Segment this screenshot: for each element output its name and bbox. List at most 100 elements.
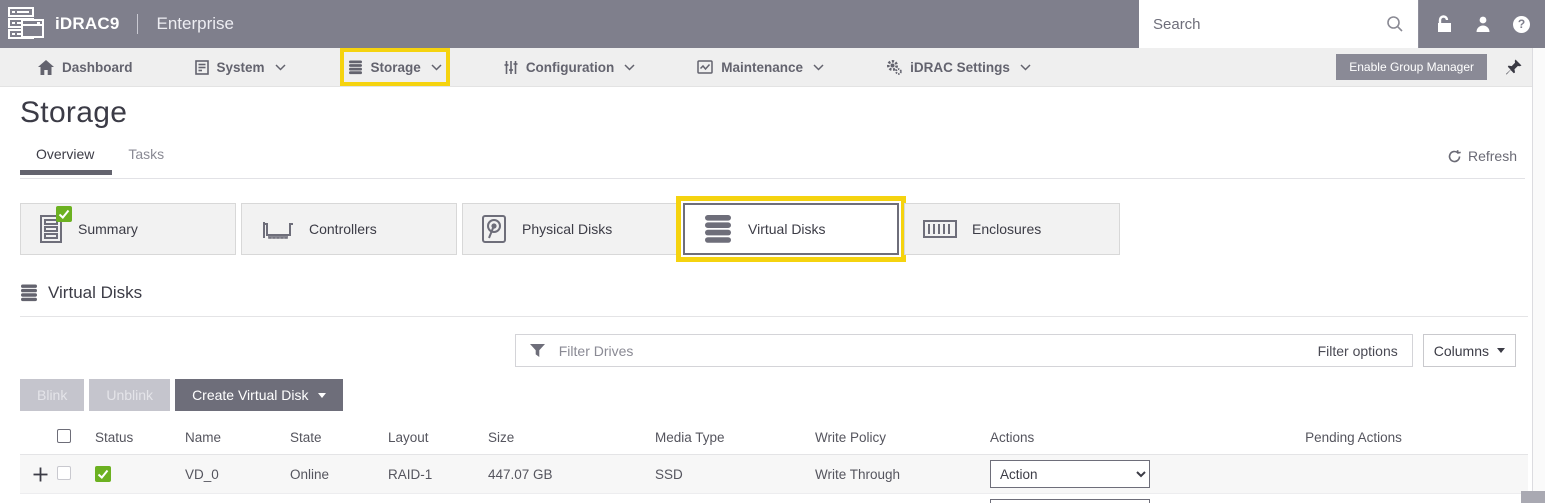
unlock-icon[interactable] [1434,15,1453,33]
card-virtual-disks[interactable]: Virtual Disks [683,203,899,255]
virtual-disks-icon [703,214,733,244]
tabs-underline [20,178,1525,179]
controllers-icon [260,216,294,242]
cell-layout: RAID-1 [388,467,488,482]
card-label: Enclosures [972,221,1041,237]
user-icon[interactable] [1474,15,1492,33]
search-input[interactable] [1153,16,1386,33]
section-title: Virtual Disks [48,283,142,303]
card-label: Physical Disks [522,221,612,237]
virtual-disks-section-header: Virtual Disks [20,283,1528,317]
nav-item-storage[interactable]: Storage [340,48,450,86]
col-header-name: Name [185,430,290,445]
cell-write-policy: Write Through [815,467,990,482]
filter-box[interactable]: Filter options [515,334,1413,367]
nav-label: System [217,60,265,75]
columns-dropdown-button[interactable]: Columns [1423,334,1516,367]
table-row: DATA Online RAID-6 60798.38 GB SSD Write… [20,494,1528,503]
topbar-icon-group: ? [1418,0,1545,48]
filter-icon [530,344,545,357]
col-header-write-policy: Write Policy [815,430,990,445]
nav-label: Configuration [526,60,614,75]
nav-item-idrac-settings[interactable]: iDRAC Settings [878,48,1039,86]
col-header-pending-actions: Pending Actions [1185,430,1528,445]
enable-group-manager-button[interactable]: Enable Group Manager [1336,54,1487,80]
refresh-icon [1447,149,1462,164]
card-summary[interactable]: Summary [20,203,236,255]
refresh-button[interactable]: Refresh [1447,148,1517,164]
top-bar: iDRAC9 Enterprise [0,0,1545,48]
expand-row-button[interactable] [20,467,57,482]
cell-size: 447.07 GB [488,467,655,482]
unblink-button[interactable]: Unblink [89,379,170,411]
virtual-disks-icon [20,284,38,302]
action-select[interactable]: Action [990,460,1150,488]
nav-item-maintenance[interactable]: Maintenance [689,48,832,86]
content: Storage Overview Tasks Refresh [0,96,1545,503]
chevron-down-icon [431,64,442,71]
brand-edition: Enterprise [157,14,234,34]
brand-divider [137,14,138,34]
search-icon[interactable] [1386,15,1404,33]
select-all-checkbox[interactable] [57,429,71,443]
col-header-layout: Layout [388,430,488,445]
tabs-row: Overview Tasks Refresh [20,146,1517,178]
page-title: Storage [20,96,1545,130]
storage-icon [348,60,363,75]
col-header-size: Size [488,430,655,445]
nav-item-system[interactable]: System [187,48,294,86]
card-physical-disks[interactable]: Physical Disks [462,203,678,255]
nav-right: Enable Group Manager [1336,48,1545,86]
create-virtual-disk-button[interactable]: Create Virtual Disk [175,379,342,411]
caret-down-icon [1497,348,1505,353]
physical-disks-icon [481,214,507,244]
chevron-down-icon [1020,64,1031,71]
tab-overview[interactable]: Overview [20,146,112,174]
table-row: VD_0 Online RAID-1 447.07 GB SSD Write T… [20,455,1528,494]
filter-options-link[interactable]: Filter options [1318,343,1398,359]
nav-item-configuration[interactable]: Configuration [496,48,643,86]
cell-name: VD_0 [185,467,290,482]
card-label: Virtual Disks [748,221,826,237]
card-enclosures[interactable]: Enclosures [904,203,1120,255]
row-checkbox[interactable] [57,466,71,480]
create-virtual-disk-label: Create Virtual Disk [192,387,308,403]
table-actions-row: Blink Unblink Create Virtual Disk [20,379,1545,411]
filter-row: Filter options Columns [20,334,1516,367]
nav-label: iDRAC Settings [910,60,1010,75]
card-controllers[interactable]: Controllers [241,203,457,255]
refresh-label: Refresh [1468,148,1517,164]
col-header-media-type: Media Type [655,430,815,445]
card-label: Summary [78,221,138,237]
cell-media-type: SSD [655,467,815,482]
brand-name: iDRAC9 [55,14,120,34]
cell-state: Online [290,467,388,482]
action-select[interactable]: Action [990,499,1150,503]
tab-tasks[interactable]: Tasks [112,146,182,174]
table-header-row: Status Name State Layout Size Media Type… [20,421,1528,455]
nav-label: Storage [371,60,421,75]
col-header-state: State [290,430,388,445]
blink-button[interactable]: Blink [20,379,84,411]
columns-label: Columns [1434,343,1489,359]
nav-label: Maintenance [721,60,803,75]
tabs: Overview Tasks [20,146,1517,174]
enclosures-icon [923,220,957,238]
storage-cards: Summary Controllers [20,203,1545,255]
filter-drives-input[interactable] [559,343,1304,359]
nav-items: Dashboard System [30,48,1039,86]
vertical-scrollbar[interactable] [1532,48,1545,503]
home-icon [38,60,54,75]
pin-icon[interactable] [1505,58,1523,76]
chevron-down-icon [275,64,286,71]
scrollbar-thumb[interactable] [1521,491,1545,503]
main-nav: Dashboard System [0,48,1545,87]
nav-label: Dashboard [62,60,133,75]
global-search[interactable] [1139,0,1418,48]
idrac-app: iDRAC9 Enterprise [0,0,1545,503]
nav-item-dashboard[interactable]: Dashboard [30,48,141,86]
virtual-disks-table: Status Name State Layout Size Media Type… [20,421,1528,503]
col-header-status: Status [95,430,185,445]
caret-down-icon [318,393,326,398]
help-icon[interactable]: ? [1513,16,1530,33]
